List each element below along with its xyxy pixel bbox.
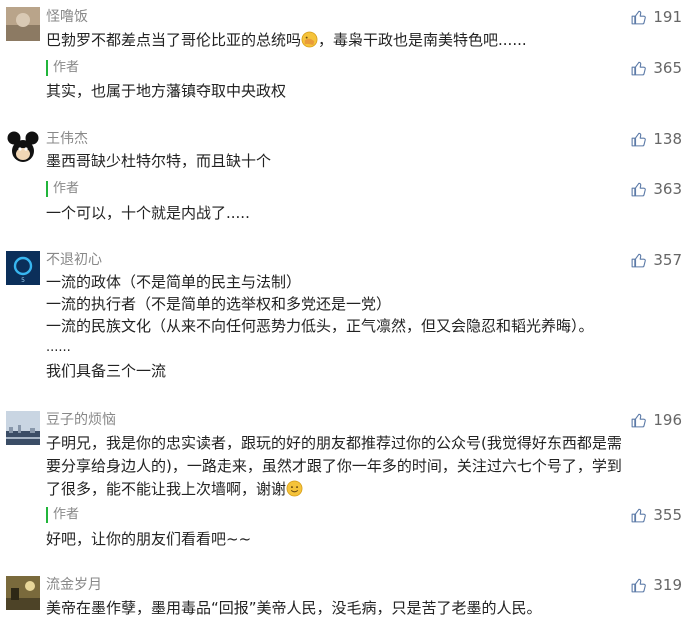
thumbs-up-icon [630,9,647,26]
like-button[interactable]: 357 [630,251,682,269]
like-count: 365 [653,59,682,77]
comment-nickname: 豆子的烦恼 [46,412,116,428]
like-button[interactable]: 196 [630,411,682,429]
avatar[interactable]: 5 [6,251,40,285]
thumbs-up-icon [630,181,647,198]
svg-text:5: 5 [21,277,25,284]
thumbs-up-icon [630,60,647,77]
smile-emoji-icon [286,480,303,497]
comment-nickname: 不退初心 [46,252,102,268]
avatar[interactable] [6,7,40,41]
comment-text-line: 我们具备三个一流 [46,362,167,380]
author-reply-text: 其实，也属于地方藩镇夺取中央政权 [46,82,287,100]
comment-text-line: 一流的政体（不是简单的民主与法制） [46,273,302,291]
comment-text: 巴勃罗不都差点当了哥伦比亚的总统吗 ，毒枭干政也是南美特色吧...... [46,31,527,49]
thumbs-up-icon [630,412,647,429]
comment-nickname: 怪噜饭 [46,9,88,25]
like-count: 138 [653,130,682,148]
comment-nickname: 王伟杰 [46,131,88,147]
like-count: 196 [653,411,682,429]
facepalm-emoji-icon [301,31,318,48]
avatar[interactable] [6,130,40,164]
comment-text-line: 一流的执行者（不是简单的选举权和多党还是一党） [46,295,392,313]
reply-like-button[interactable]: 365 [630,59,682,77]
thumbs-up-icon [630,252,647,269]
reply-like-button[interactable]: 363 [630,180,682,198]
like-button[interactable]: 191 [630,8,682,26]
comment-text-line: 要分享给身边人的)，一路走来，虽然才跟了你一年多的时间，关注过六七个号了，学到 [46,457,622,475]
avatar[interactable] [6,411,40,445]
like-count: 355 [653,506,682,524]
like-button[interactable]: 138 [630,130,682,148]
like-count: 357 [653,251,682,269]
comment-text: 美帝在墨作孽，墨用毒品“回报”美帝人民，没毛病，只是苦了老墨的人民。 [46,599,542,617]
author-reply-label: 作者 [46,507,79,523]
avatar[interactable] [6,576,40,610]
comment-text-line: ...... [46,340,71,355]
thumbs-up-icon [630,577,647,594]
thumbs-up-icon [630,507,647,524]
thumbs-up-icon [630,131,647,148]
like-count: 363 [653,180,682,198]
author-reply-label: 作者 [46,181,79,197]
author-reply-text: 好吧，让你的朋友们看看吧~~ [46,530,252,548]
author-reply-text: 一个可以，十个就是内战了..... [46,204,250,222]
like-button[interactable]: 319 [630,576,682,594]
comment-text: 墨西哥缺少杜特尔特，而且缺十个 [46,152,272,170]
comment-text-line: 子明兄，我是你的忠实读者，跟玩的好的朋友都推荐过你的公众号(我觉得好东西都是需 [46,434,622,452]
like-count: 319 [653,576,682,594]
comment-nickname: 流金岁月 [46,577,102,593]
reply-like-button[interactable]: 355 [630,506,682,524]
comment-text-line: 一流的民族文化（从来不向任何恶势力低头，正气凛然，但又会隐忍和韬光养晦）。 [46,317,594,335]
like-count: 191 [653,8,682,26]
author-reply-label: 作者 [46,60,79,76]
comment-text-line: 了很多，能不能让我上次墙啊，谢谢 [46,478,303,500]
